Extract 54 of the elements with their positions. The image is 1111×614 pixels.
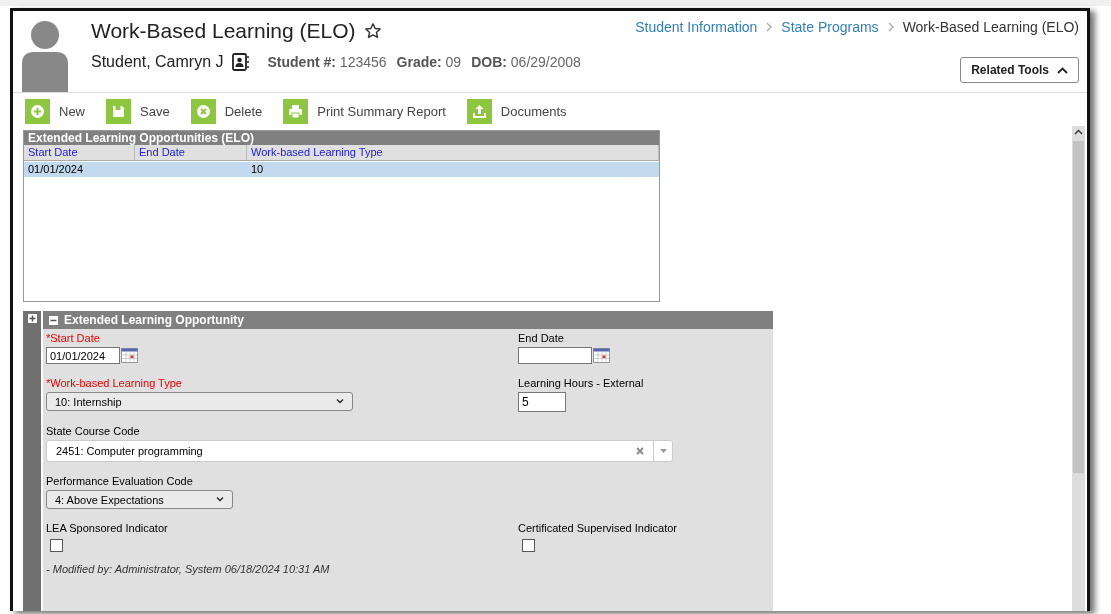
star-icon[interactable] bbox=[363, 22, 382, 40]
calendar-icon[interactable] bbox=[593, 348, 610, 363]
contact-card-icon[interactable] bbox=[231, 53, 250, 71]
dropdown[interactable]: 10: Internship bbox=[46, 392, 353, 411]
related-tools-button[interactable]: Related Tools bbox=[960, 57, 1079, 83]
scrollbar-thumb[interactable] bbox=[1073, 141, 1084, 473]
field-label: Certificated Supervised Indicator bbox=[518, 522, 678, 535]
printer-icon bbox=[283, 98, 309, 124]
checkbox[interactable] bbox=[522, 539, 535, 552]
field-label: Learning Hours - External bbox=[518, 377, 645, 390]
student-detail: Student #: 123456 bbox=[267, 54, 387, 70]
caret-icon bbox=[216, 497, 224, 502]
field-label: *Work-based Learning Type bbox=[46, 377, 183, 390]
scroll-up-icon[interactable] bbox=[1074, 129, 1083, 135]
date-field[interactable] bbox=[518, 347, 592, 364]
caret-icon bbox=[336, 399, 344, 404]
toolbar-button[interactable]: Save bbox=[106, 98, 170, 125]
field-label: *Start Date bbox=[46, 332, 101, 345]
checkbox[interactable] bbox=[50, 539, 63, 552]
column-header[interactable]: Start Date bbox=[24, 145, 135, 160]
modified-note: - Modified by: Administrator, System 06/18/2024 10:31 AM bbox=[46, 563, 331, 575]
panel-title: Extended Learning Opportunities (ELO) bbox=[24, 131, 659, 145]
chevron-up-icon bbox=[1057, 66, 1068, 74]
toolbar-button[interactable]: New bbox=[25, 98, 85, 125]
breadcrumb-link[interactable]: State Programs bbox=[781, 19, 879, 35]
toolbar-button[interactable]: Documents bbox=[466, 98, 567, 125]
chevron-right-icon bbox=[886, 22, 895, 32]
breadcrumb-current: Work-Based Learning (ELO) bbox=[902, 19, 1079, 35]
dropdown[interactable]: 4: Above Expectations bbox=[46, 490, 233, 509]
field-label: State Course Code bbox=[46, 425, 141, 438]
student-name: Student, Camryn J bbox=[91, 53, 224, 71]
column-header[interactable]: End Date bbox=[135, 145, 247, 160]
hours-field[interactable]: 5 bbox=[518, 392, 566, 412]
toolbar-button[interactable]: Delete bbox=[190, 98, 263, 125]
collapse-icon[interactable] bbox=[49, 315, 58, 325]
toolbar-button[interactable]: Print Summary Report bbox=[283, 98, 446, 125]
student-detail: Grade: 09 bbox=[396, 54, 462, 70]
field-label: End Date bbox=[518, 332, 565, 345]
clear-icon[interactable] bbox=[636, 447, 644, 455]
field-label: LEA Sponsored Indicator bbox=[46, 522, 169, 535]
panel-title: Extended Learning Opportunity bbox=[64, 313, 244, 327]
calendar-icon[interactable] bbox=[121, 348, 138, 363]
student-detail: DOB: 06/29/2008 bbox=[471, 54, 581, 70]
page-title: Work-Based Learning (ELO) bbox=[91, 19, 356, 43]
breadcrumb-link[interactable]: Student Information bbox=[635, 19, 758, 35]
upload-tray-icon bbox=[466, 98, 492, 124]
table-row[interactable]: 01/01/2024 10 bbox=[24, 162, 659, 177]
expand-icon[interactable] bbox=[27, 314, 37, 323]
column-header[interactable]: Work-based Learning Type bbox=[247, 145, 659, 160]
caret-icon[interactable] bbox=[659, 449, 667, 453]
date-field[interactable]: 01/01/2024 bbox=[46, 347, 120, 364]
combo-field[interactable]: 2451: Computer programming bbox=[46, 440, 673, 462]
chevron-right-icon bbox=[765, 22, 774, 32]
field-label: Performance Evaluation Code bbox=[46, 475, 194, 488]
